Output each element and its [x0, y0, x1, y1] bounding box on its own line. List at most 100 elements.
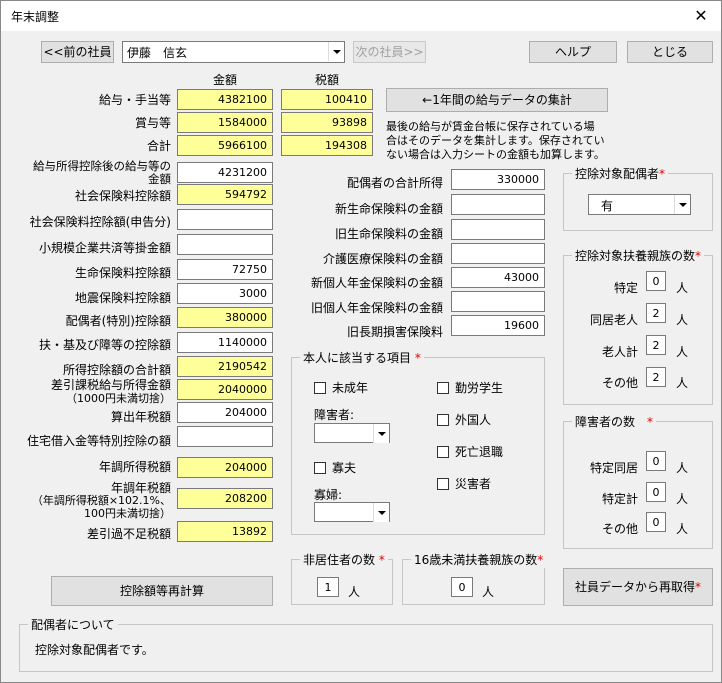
spouse-deduction-label: 配偶者(特別)控除額	[65, 314, 171, 328]
under16-group: 16歳未満扶養親族の数*	[402, 551, 547, 605]
new-life-insurance-label: 新生命保険料の金額	[334, 202, 443, 216]
widower-checkbox[interactable]: 寡夫	[314, 459, 356, 476]
annual-income-tax-field[interactable]: 204000	[177, 457, 273, 478]
chevron-down-icon[interactable]	[674, 195, 690, 214]
aggregate-note-3: ない場合は入力シートの金額も加算します。	[386, 148, 605, 161]
prev-employee-button[interactable]: <<前の社員	[41, 41, 114, 63]
disabled-specific-cohabit-field[interactable]: 0	[646, 451, 666, 471]
life-insurance-field[interactable]: 72750	[177, 259, 273, 280]
applicable-items-title: 本人に該当する項目 *	[300, 349, 424, 366]
life-insurance-label: 生命保険料控除額	[74, 266, 171, 280]
old-life-insurance-label: 旧生命保険料の金額	[334, 227, 443, 241]
salary-after-deduction-label-2: 金額	[148, 172, 171, 186]
dependents-group-title: 控除対象扶養親族の数*	[572, 247, 705, 264]
dependents-elderly-total-unit: 人	[676, 345, 689, 359]
spouse-about-text: 控除対象配偶者です。	[35, 643, 154, 657]
dependents-other-label: その他	[601, 376, 638, 390]
tax-difference-label: 差引過不足税額	[86, 527, 171, 541]
new-pension-insurance-label: 新個人年金保険料の金額	[310, 276, 443, 290]
tax-difference-field[interactable]: 13892	[177, 521, 273, 542]
dependents-elderly-cohabit-field[interactable]: 2	[646, 303, 666, 323]
medical-insurance-field[interactable]	[451, 243, 545, 264]
taxable-income-field[interactable]: 2040000	[177, 379, 273, 400]
spouse-select[interactable]: 有	[588, 194, 691, 215]
spouse-deduction-field[interactable]: 380000	[177, 307, 273, 328]
disaster-checkbox[interactable]: 災害者	[437, 475, 491, 492]
new-life-insurance-field[interactable]	[451, 194, 545, 215]
bonus-amount-field[interactable]: 1584000	[177, 112, 273, 133]
close-icon[interactable]: ✕	[681, 1, 721, 31]
widow-select[interactable]	[314, 502, 390, 522]
small-business-field[interactable]	[177, 234, 273, 255]
widower-checkbox-box[interactable]	[314, 462, 326, 474]
nonresident-group-title: 非居住者の数 *	[300, 551, 388, 568]
foreigner-checkbox[interactable]: 外国人	[437, 411, 491, 428]
foreigner-checkbox-box[interactable]	[437, 414, 449, 426]
medical-insurance-label: 介護医療保険料の金額	[322, 252, 443, 266]
housing-loan-label: 住宅借入金等特別控除の額	[26, 434, 171, 448]
chevron-down-icon[interactable]	[328, 42, 344, 61]
working-student-checkbox[interactable]: 勤労学生	[437, 379, 503, 396]
dependents-other-field[interactable]: 2	[646, 367, 666, 387]
death-retire-checkbox-box[interactable]	[437, 446, 449, 458]
annual-adjusted-tax-label-3: 100円未満切捨）	[84, 507, 171, 520]
total-label: 合計	[146, 139, 171, 153]
death-retire-checkbox[interactable]: 死亡退職	[437, 443, 503, 460]
disabled-other-field[interactable]: 0	[646, 512, 666, 532]
disabled-specific-total-field[interactable]: 0	[646, 482, 666, 502]
minor-checkbox[interactable]: 未成年	[314, 379, 368, 396]
chevron-down-icon[interactable]	[373, 503, 389, 522]
nonresident-field[interactable]: 1	[317, 577, 339, 597]
dependents-specific-unit: 人	[676, 281, 689, 295]
salary-tax-field[interactable]: 100410	[281, 89, 373, 110]
disability-select[interactable]	[314, 423, 390, 443]
nonresident-unit: 人	[348, 585, 361, 599]
spouse-select-value: 有	[601, 199, 614, 213]
social-insurance-label: 社会保険料控除額	[74, 189, 171, 203]
help-button[interactable]: ヘルプ	[529, 41, 617, 63]
window-title: 年末調整	[11, 10, 60, 24]
under16-unit: 人	[482, 585, 495, 599]
dependents-specific-field[interactable]: 0	[646, 271, 666, 291]
annual-adjusted-tax-field[interactable]: 208200	[177, 488, 273, 509]
annual-income-tax-label: 年調所得税額	[98, 460, 171, 474]
total-amount-field[interactable]: 5966100	[177, 135, 273, 156]
dependents-other-unit: 人	[676, 376, 689, 390]
computed-tax-field[interactable]: 204000	[177, 402, 273, 423]
new-pension-insurance-field[interactable]: 43000	[451, 267, 545, 288]
housing-loan-field[interactable]	[177, 426, 273, 447]
under16-group-title: 16歳未満扶養親族の数*	[411, 551, 547, 568]
salary-after-deduction-field[interactable]: 4231200	[177, 162, 273, 183]
bonus-tax-field[interactable]: 93898	[281, 112, 373, 133]
dependents-elderly-cohabit-label: 同居老人	[589, 313, 638, 327]
minor-checkbox-box[interactable]	[314, 382, 326, 394]
social-insurance-field[interactable]: 594792	[177, 184, 273, 205]
total-tax-field[interactable]: 194308	[281, 135, 373, 156]
aggregate-year-button[interactable]: ←1年間の給与データの集計	[386, 88, 608, 112]
spouse-income-label: 配偶者の合計所得	[346, 176, 443, 190]
spouse-income-field[interactable]: 330000	[451, 169, 545, 190]
recalculate-button[interactable]: 控除額等再計算	[51, 576, 273, 606]
social-insurance-declared-field[interactable]	[177, 209, 273, 230]
dependents-elderly-total-field[interactable]: 2	[646, 335, 666, 355]
employee-select-value: 伊藤 信玄	[127, 46, 188, 60]
deduction-total-field[interactable]: 2190542	[177, 356, 273, 377]
disabled-specific-cohabit-unit: 人	[676, 461, 689, 475]
chevron-down-icon[interactable]	[373, 424, 389, 443]
working-student-checkbox-box[interactable]	[437, 382, 449, 394]
disaster-checkbox-box[interactable]	[437, 478, 449, 490]
employee-select[interactable]: 伊藤 信玄	[122, 41, 345, 63]
reload-employee-button[interactable]: 社員データから再取得*	[563, 568, 713, 606]
dependent-deduction-field[interactable]: 1140000	[177, 332, 273, 353]
spouse-about-title: 配偶者について	[28, 616, 118, 633]
old-pension-insurance-field[interactable]	[451, 291, 545, 312]
salary-amount-field[interactable]: 4382100	[177, 89, 273, 110]
next-employee-button[interactable]: 次の社員>>	[353, 41, 426, 63]
close-button[interactable]: とじる	[627, 41, 713, 63]
earthquake-insurance-field[interactable]: 3000	[177, 283, 273, 304]
under16-field[interactable]: 0	[451, 577, 473, 597]
amount-column-header: 金額	[212, 73, 237, 87]
dependents-elderly-total-label: 老人計	[601, 345, 638, 359]
old-life-insurance-field[interactable]	[451, 219, 545, 240]
old-longterm-insurance-field[interactable]: 19600	[451, 315, 545, 336]
